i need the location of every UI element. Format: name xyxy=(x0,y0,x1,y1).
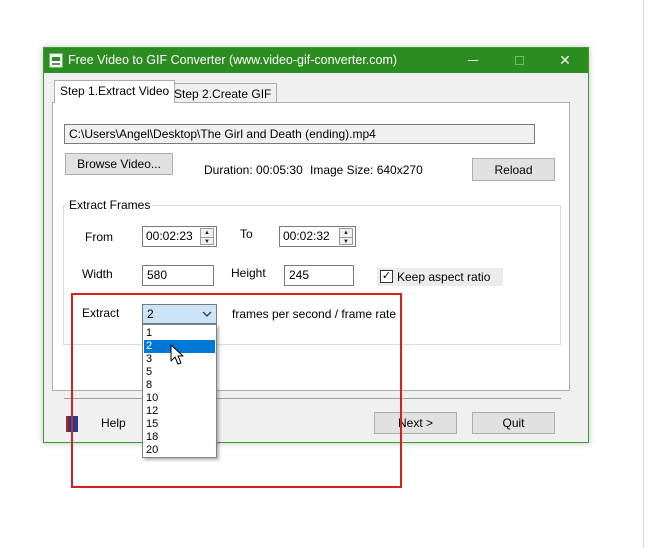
annotation-highlight-box xyxy=(71,293,402,488)
tab-create-gif[interactable]: Step 2.Create GIF xyxy=(168,83,278,104)
video-path-field[interactable]: C:\Users\Angel\Desktop\The Girl and Deat… xyxy=(64,124,535,144)
minimize-icon xyxy=(468,60,478,61)
keep-aspect-ratio-option[interactable]: ✓ Keep aspect ratio xyxy=(377,268,503,286)
browse-video-button[interactable]: Browse Video... xyxy=(65,153,173,175)
maximize-icon xyxy=(514,56,524,65)
tab-label: Step 1.Extract Video xyxy=(60,84,170,98)
from-spin-buttons[interactable]: ▲ ▼ xyxy=(200,228,214,245)
title-bar[interactable]: Free Video to GIF Converter (www.video-g… xyxy=(44,48,588,73)
spin-up-icon[interactable]: ▲ xyxy=(340,229,352,237)
browse-video-label: Browse Video... xyxy=(77,157,161,171)
keep-aspect-checkbox[interactable]: ✓ xyxy=(380,270,393,283)
extract-frames-legend: Extract Frames xyxy=(67,198,153,212)
spin-down-icon[interactable]: ▼ xyxy=(340,237,352,245)
image-size-text: Image Size: 640x270 xyxy=(310,163,423,177)
mouse-pointer-icon xyxy=(170,344,184,365)
minimize-button[interactable] xyxy=(450,48,496,73)
spin-up-icon[interactable]: ▲ xyxy=(201,229,213,237)
from-label: From xyxy=(85,230,113,244)
close-button[interactable]: ✕ xyxy=(542,48,588,73)
from-time-value: 00:02:23 xyxy=(146,229,193,243)
from-time-stepper[interactable]: 00:02:23 ▲ ▼ xyxy=(142,226,217,247)
maximize-button[interactable] xyxy=(496,48,542,73)
quit-button[interactable]: Quit xyxy=(472,412,555,434)
check-icon: ✓ xyxy=(381,270,392,282)
to-time-stepper[interactable]: 00:02:32 ▲ ▼ xyxy=(279,226,356,247)
to-label: To xyxy=(240,227,253,241)
duration-text: Duration: 00:05:30 xyxy=(204,163,303,177)
width-label: Width xyxy=(82,267,113,281)
quit-label: Quit xyxy=(502,416,525,430)
to-time-value: 00:02:32 xyxy=(283,229,330,243)
reload-button[interactable]: Reload xyxy=(472,158,555,181)
height-label: Height xyxy=(231,266,266,280)
reload-label: Reload xyxy=(494,162,533,177)
keep-aspect-label: Keep aspect ratio xyxy=(397,270,491,284)
height-field[interactable]: 245 xyxy=(284,265,354,286)
tab-label: Step 2.Create GIF xyxy=(174,87,272,101)
window-title: Free Video to GIF Converter (www.video-g… xyxy=(68,53,398,67)
page-edge-line xyxy=(643,0,644,548)
width-field[interactable]: 580 xyxy=(142,265,214,286)
gif-app-icon xyxy=(49,53,63,68)
to-spin-buttons[interactable]: ▲ ▼ xyxy=(339,228,353,245)
close-icon: ✕ xyxy=(559,52,571,68)
tab-extract-video[interactable]: Step 1.Extract Video xyxy=(54,80,176,103)
spin-down-icon[interactable]: ▼ xyxy=(201,237,213,245)
next-label: Next > xyxy=(397,416,433,430)
